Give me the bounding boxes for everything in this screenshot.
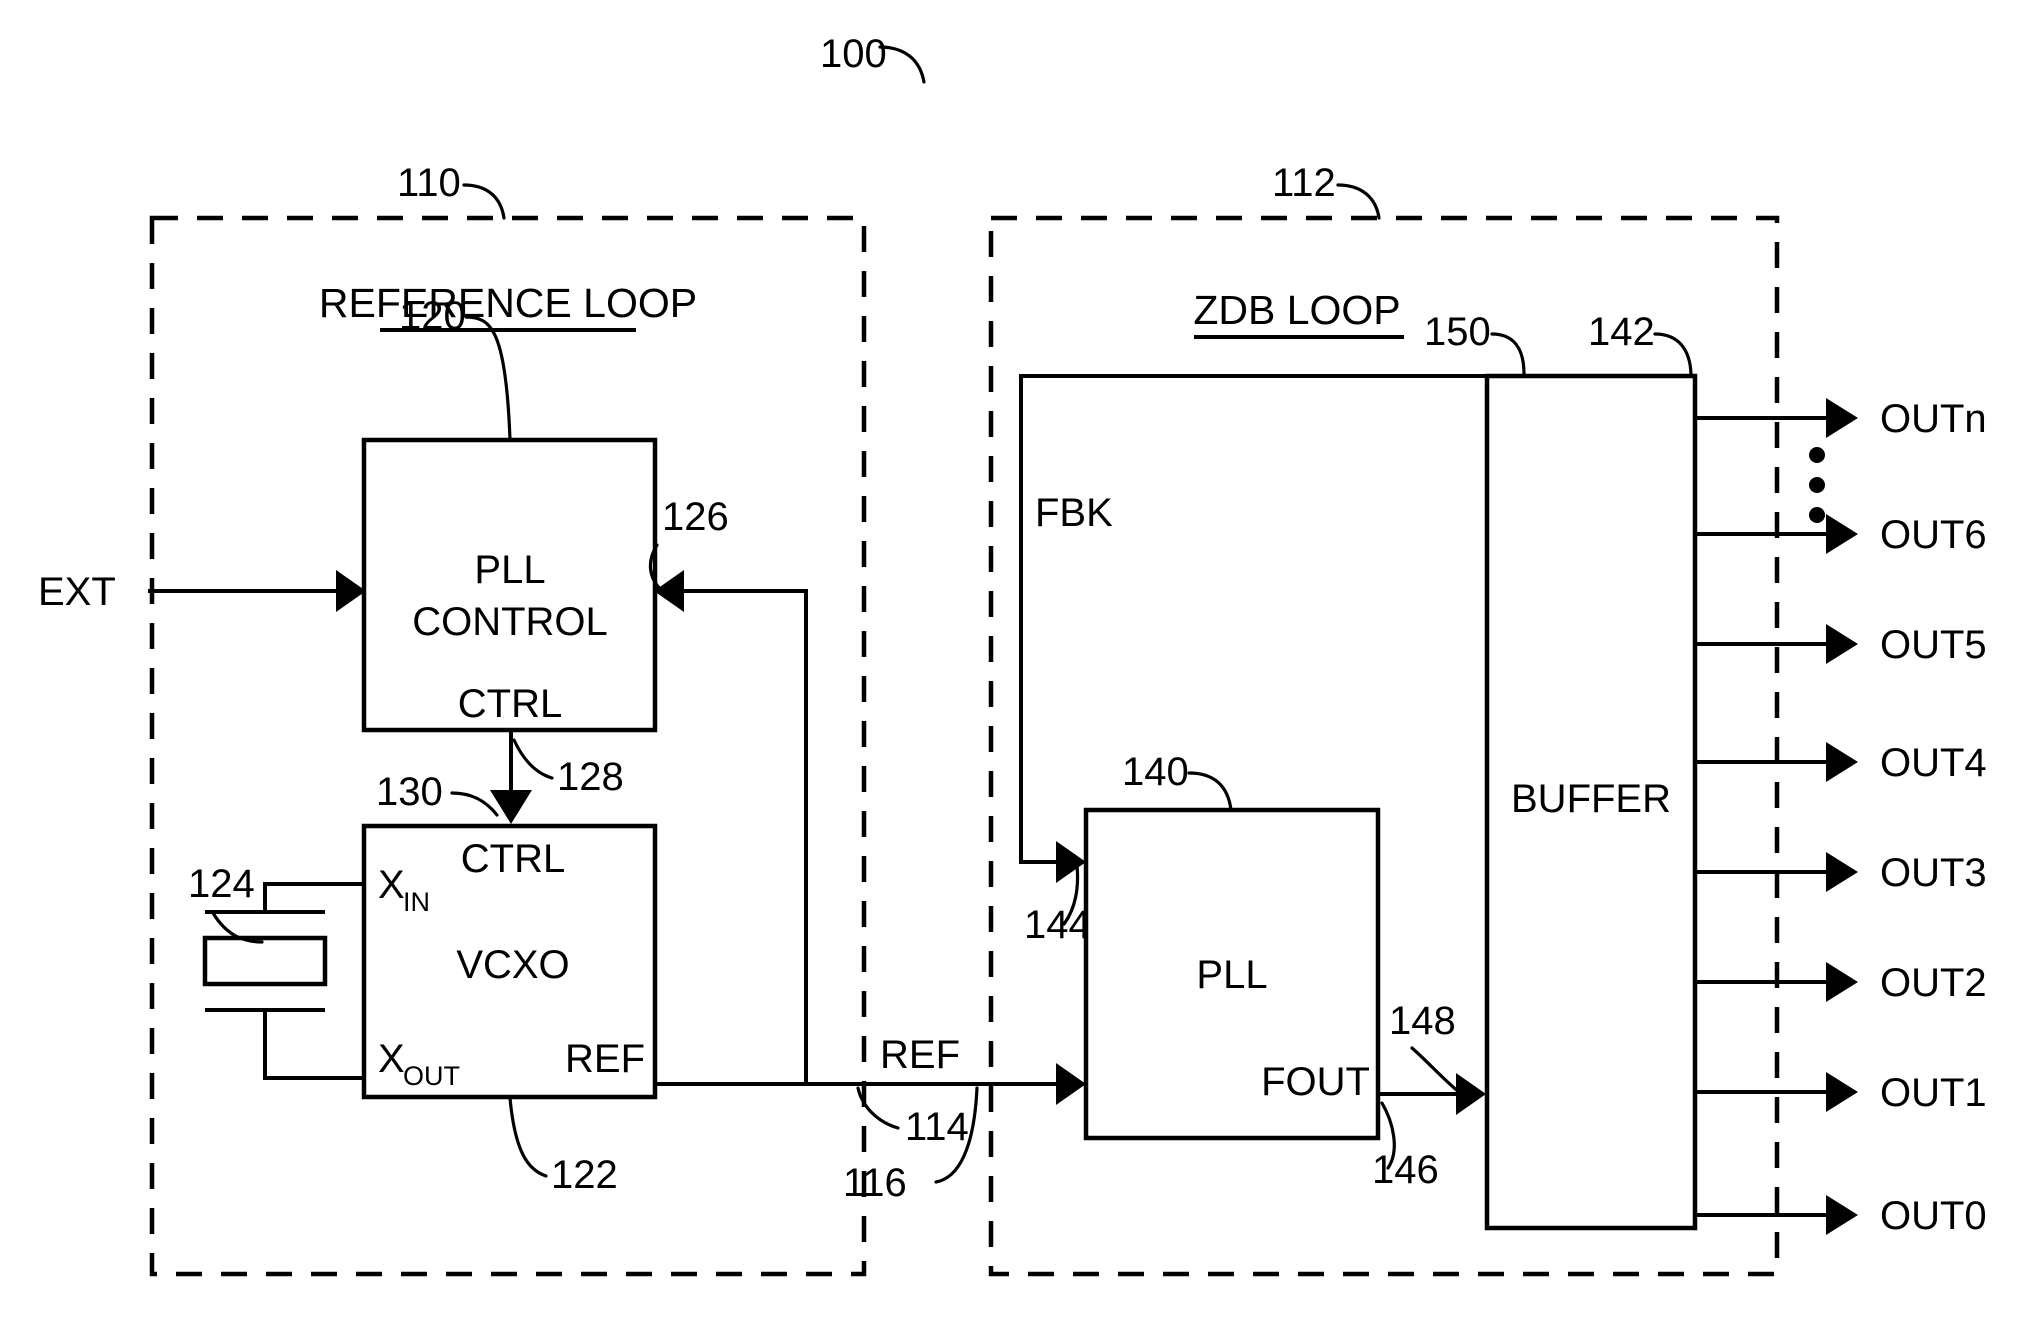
ref-140-label: 140 [1122,750,1189,794]
crystal-bottom-wire [263,1010,364,1080]
zdb-loop-title: ZDB LOOP [1193,287,1400,333]
ref-140-group: 140 [1122,750,1233,812]
ref-128-leader [512,738,554,780]
ref-net-arrowhead [1056,1063,1086,1105]
ref-150-group: 150 [1424,310,1526,376]
crystal-body [202,935,328,987]
ellipsis-dot-3 [1809,507,1825,523]
crystal-group: 124 [188,862,364,1080]
vcxo-xout-sub: OUT [403,1061,460,1091]
vcxo-xin-sub: IN [403,887,430,917]
ref-112-group: 112 [1272,161,1381,220]
feedback-126-wire [680,589,808,1084]
ref-116-label: 116 [843,1161,907,1205]
output-label-out2: OUT2 [1880,961,1987,1005]
patent-figure-svg: 100 110 REFERENCE LOOP 112 ZDB LOOP EXT [38,32,1987,1277]
pll-label: PLL [1196,953,1267,997]
vcxo-xout-base: X [378,1037,405,1081]
output-arrowhead-out3 [1826,852,1858,892]
figure-canvas: 100 110 REFERENCE LOOP 112 ZDB LOOP EXT [0,0,2017,1333]
output-label-out6: OUT6 [1880,513,1987,557]
ref-140-leader [1187,771,1233,812]
ref-150-label: 150 [1424,310,1491,354]
ref-142-leader [1653,332,1693,376]
output-label-out3: OUT3 [1880,851,1987,895]
ref-114-label: 114 [905,1105,969,1149]
zdb-loop-title-group: ZDB LOOP [1193,287,1404,339]
ref-112-label: 112 [1272,161,1336,205]
ref-148-label: 148 [1389,999,1456,1043]
pll-fout-port-label: FOUT [1261,1060,1370,1104]
ref-122-label: 122 [551,1153,618,1197]
output-label-outn: OUTn [1880,397,1987,441]
vcxo-ref-port-label: REF [565,1037,645,1081]
ref-112-leader [1336,183,1381,220]
pll-control-label-line2: CONTROL [412,600,608,644]
ref-130-label: 130 [376,770,443,814]
output-label-out4: OUT4 [1880,741,1987,785]
output-arrowhead-outn [1826,398,1858,438]
figure-number-100: 100 [820,32,887,76]
figure-number-group: 100 [820,32,926,84]
output-arrowhead-out4 [1826,742,1858,782]
reference-loop-title-group: REFERENCE LOOP [319,280,697,332]
ref-110-group: 110 [397,161,506,220]
output-arrowhead-out2 [1826,962,1858,1002]
fout-net-arrowhead [1456,1073,1486,1115]
feedback-126-group: 126 [648,495,808,1084]
output-label-out0: OUT0 [1880,1194,1987,1238]
ext-signal-label: EXT [38,570,116,614]
ref-142-group: 142 [1588,310,1693,376]
feedback-126-arrowhead [654,570,684,612]
fbk-arrowhead [1056,841,1086,883]
pll-control-ctrl-port-label: CTRL [458,682,562,726]
ref-146-label: 146 [1372,1148,1439,1192]
output-lines-group: OUTn OUT6 OUT5 OUT4 OUT3 OUT2 OUT1 OUT0 [1695,397,1987,1238]
fbk-label: FBK [1035,491,1113,535]
ref-130-leader [450,791,499,817]
ref-net-label: REF [880,1033,960,1077]
reference-loop-boundary [149,215,867,1277]
ellipsis-dot-2 [1809,477,1825,493]
ctrl-net-group: 128 130 [376,730,624,824]
ellipsis-dot-1 [1809,447,1825,463]
ref-110-leader [462,183,506,220]
ref-124-label: 124 [188,862,255,906]
pll-control-label-line1: PLL [474,548,545,592]
output-label-out5: OUT5 [1880,623,1987,667]
output-arrowhead-out1 [1826,1072,1858,1112]
ref-148-leader [1410,1046,1461,1094]
output-arrowhead-out0 [1826,1195,1858,1235]
output-arrowhead-out5 [1826,624,1858,664]
ctrl-net-arrowhead [490,790,532,824]
ref-126-label: 126 [662,495,729,539]
ref-110-label: 110 [397,161,461,205]
ref-128-label: 128 [557,755,624,799]
ref-122-group: 122 [508,1096,618,1197]
ref-120-label: 120 [399,294,466,338]
output-arrowhead-out6 [1826,514,1858,554]
crystal-top-wire [263,882,364,912]
reference-loop-title: REFERENCE LOOP [319,280,697,326]
ref-net-group: REF 114 116 [655,1033,1086,1205]
ext-input-arrowhead [336,570,366,612]
ref-150-leader [1490,332,1526,376]
ref-142-label: 142 [1588,310,1655,354]
fbk-wire [1019,374,1521,864]
vcxo-label: VCXO [456,943,569,987]
ref-144-label: 144 [1024,903,1091,947]
buffer-label: BUFFER [1511,777,1671,821]
output-label-out1: OUT1 [1880,1071,1987,1115]
ref-122-leader [508,1096,548,1178]
vcxo-xin-base: X [378,863,405,907]
vcxo-ctrl-port-label: CTRL [461,837,565,881]
ref-120-leader [464,315,512,442]
fout-net-group: 148 146 [1372,999,1486,1192]
ext-input-group: EXT [38,570,366,614]
